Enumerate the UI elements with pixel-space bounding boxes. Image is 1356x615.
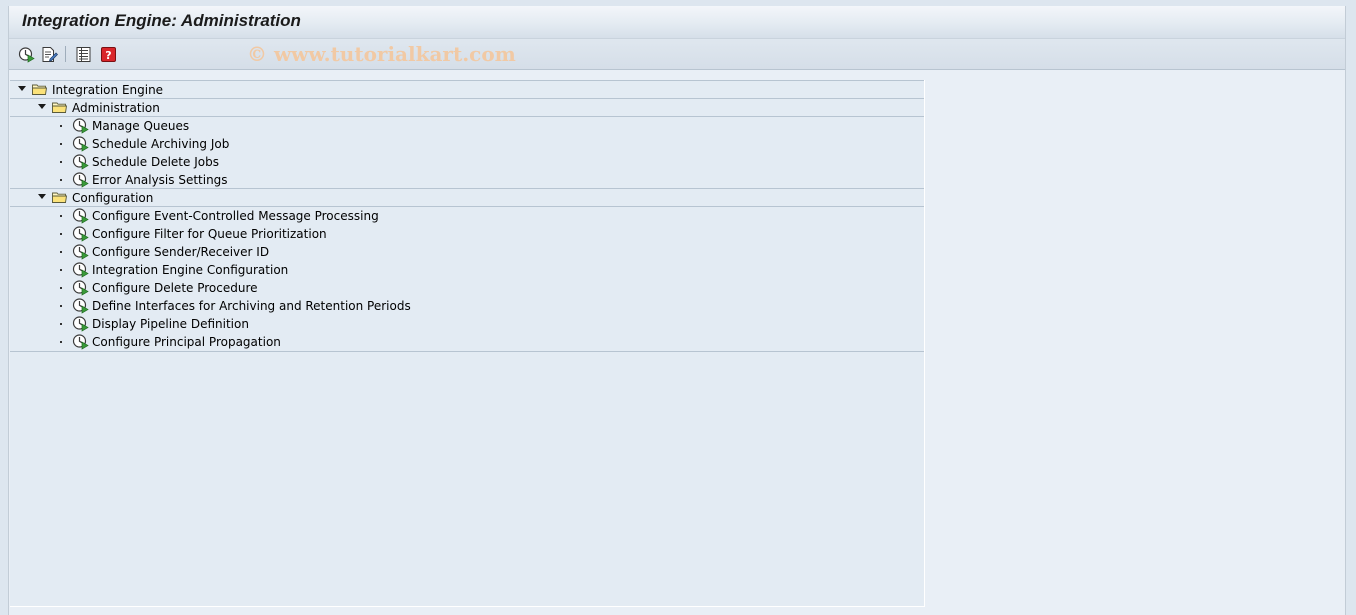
bullet <box>60 287 62 289</box>
execute-transaction-icon <box>72 243 89 260</box>
title-bar: Integration Engine: Administration <box>9 6 1345 39</box>
help-icon: ? <box>100 46 116 62</box>
execute-transaction-icon <box>72 117 89 134</box>
tree-item-label: Configure Delete Procedure <box>92 281 258 295</box>
tree-item-manage-queues[interactable]: Manage Queues <box>10 116 924 135</box>
folder-open-icon <box>52 191 67 203</box>
help-button[interactable]: ? <box>99 45 117 63</box>
tree-item-configure-delete-procedure[interactable]: Configure Delete Procedure <box>10 279 924 297</box>
bullet <box>60 233 62 235</box>
execute-transaction-icon <box>72 171 89 188</box>
tree-node-label: Configuration <box>72 191 154 205</box>
tree-item-error-analysis-settings[interactable]: Error Analysis Settings <box>10 171 924 189</box>
page-title: Integration Engine: Administration <box>22 11 301 30</box>
tree-item-label: Schedule Delete Jobs <box>92 155 219 169</box>
execute-transaction-icon <box>72 207 89 224</box>
tree-item-configure-sender-receiver-id[interactable]: Configure Sender/Receiver ID <box>10 243 924 261</box>
tree-node-label: Administration <box>72 101 160 115</box>
execute-transaction-icon <box>72 297 89 314</box>
bullet <box>60 179 62 181</box>
execute-transaction-icon <box>72 225 89 242</box>
edit-document-icon <box>42 46 58 62</box>
execute-transaction-icon <box>72 153 89 170</box>
navigation-tree: Integration Engine Administration Manage… <box>10 80 925 607</box>
tree-item-label: Configure Principal Propagation <box>92 335 281 349</box>
bullet <box>60 305 62 307</box>
tree-item-schedule-archiving-job[interactable]: Schedule Archiving Job <box>10 135 924 153</box>
folder-open-icon <box>52 101 67 113</box>
tree-item-label: Integration Engine Configuration <box>92 263 289 277</box>
execute-icon <box>18 46 35 63</box>
bullet <box>60 143 62 145</box>
tree-node-configuration[interactable]: Configuration <box>10 188 924 207</box>
edit-document-button[interactable] <box>40 45 58 63</box>
tree-item-label: Error Analysis Settings <box>92 173 228 187</box>
expand-collapse-icon[interactable] <box>38 194 46 199</box>
bullet <box>60 269 62 271</box>
execute-transaction-icon <box>72 333 89 350</box>
toolbar-separator <box>65 46 66 62</box>
watermark-text: © www.tutorialkart.com <box>247 42 516 66</box>
tree-node-label: Integration Engine <box>52 83 164 97</box>
tree-item-integration-engine-configuration[interactable]: Integration Engine Configuration <box>10 261 924 279</box>
bullet <box>60 323 62 325</box>
tree-item-label: Configure Sender/Receiver ID <box>92 245 270 259</box>
execute-button[interactable] <box>17 45 35 63</box>
tree-item-label: Configure Event-Controlled Message Proce… <box>92 209 379 223</box>
bullet <box>60 251 62 253</box>
tree-item-display-pipeline-definition[interactable]: Display Pipeline Definition <box>10 315 924 333</box>
sap-window: Integration Engine: Administration ? © w… <box>8 6 1346 615</box>
expand-collapse-icon[interactable] <box>38 104 46 109</box>
expand-collapse-icon[interactable] <box>18 86 26 91</box>
tree-item-label: Display Pipeline Definition <box>92 317 249 331</box>
execute-transaction-icon <box>72 315 89 332</box>
tree-item-label: Manage Queues <box>92 119 190 133</box>
execute-transaction-icon <box>72 279 89 296</box>
folder-open-icon <box>32 83 47 95</box>
svg-text:?: ? <box>105 49 111 62</box>
application-toolbar: ? © www.tutorialkart.com <box>9 39 1345 70</box>
tree-node-integration-engine[interactable]: Integration Engine <box>10 80 924 99</box>
tree-item-label: Define Interfaces for Archiving and Rete… <box>92 299 411 313</box>
bullet <box>60 161 62 163</box>
tree-item-label: Schedule Archiving Job <box>92 137 230 151</box>
list-button[interactable] <box>74 45 92 63</box>
bullet <box>60 341 62 343</box>
bullet <box>60 215 62 217</box>
tree-node-administration[interactable]: Administration <box>10 98 924 117</box>
execute-transaction-icon <box>72 261 89 278</box>
tree-item-configure-event-controlled-message-processing[interactable]: Configure Event-Controlled Message Proce… <box>10 206 924 225</box>
tree-item-define-interfaces-for-archiving[interactable]: Define Interfaces for Archiving and Rete… <box>10 297 924 315</box>
tree-item-configure-principal-propagation[interactable]: Configure Principal Propagation <box>10 333 924 352</box>
tree-item-label: Configure Filter for Queue Prioritizatio… <box>92 227 327 241</box>
bullet <box>60 125 62 127</box>
execute-transaction-icon <box>72 135 89 152</box>
list-icon <box>76 46 90 62</box>
tree-item-schedule-delete-jobs[interactable]: Schedule Delete Jobs <box>10 153 924 171</box>
tree-item-configure-filter-for-queue-prioritization[interactable]: Configure Filter for Queue Prioritizatio… <box>10 225 924 243</box>
